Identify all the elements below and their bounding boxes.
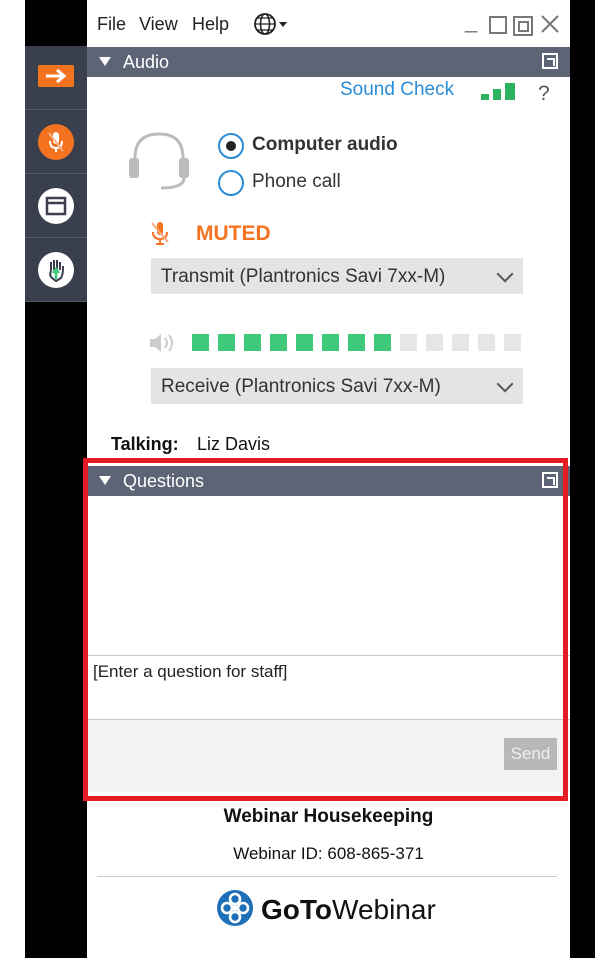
signal-bars-icon [481, 82, 523, 107]
toolbar-mic-button[interactable] [25, 110, 87, 174]
toolbar-screen-button[interactable] [25, 174, 87, 238]
chevron-down-icon [496, 265, 514, 283]
computer-audio-label: Computer audio [252, 134, 398, 155]
toolbar-collapse-button[interactable] [25, 46, 87, 110]
globe-icon[interactable] [253, 12, 289, 41]
volume-meter-segment [244, 334, 261, 351]
maximize-button[interactable] [489, 16, 507, 34]
chevron-down-icon [496, 375, 514, 393]
menu-bar: File View Help _ [87, 0, 570, 46]
gotowebinar-logo: GoTo Webinar [215, 888, 436, 933]
menu-help[interactable]: Help [192, 14, 229, 35]
volume-meter-segment [374, 334, 391, 351]
minimize-button[interactable]: _ [465, 8, 477, 34]
radio-phone-call[interactable] [218, 170, 244, 196]
sound-check-link[interactable]: Sound Check [340, 79, 454, 101]
volume-meter-segment [504, 334, 521, 351]
toolbar-handraise-button[interactable] [25, 238, 87, 302]
speaker-icon[interactable] [148, 332, 180, 359]
audio-section-header[interactable]: Audio [87, 47, 570, 77]
talking-label: Talking: [111, 434, 179, 454]
webinar-id: Webinar ID: 608-865-371 [233, 844, 424, 863]
popout-button[interactable] [513, 16, 533, 41]
brand-light: Webinar [332, 894, 436, 925]
audio-popout-icon[interactable] [542, 53, 558, 69]
hand-raise-icon [38, 251, 74, 288]
menu-file[interactable]: File [97, 14, 126, 35]
volume-meter-segment [322, 334, 339, 351]
footer-title: Webinar Housekeeping [223, 806, 434, 827]
volume-meter-segment [426, 334, 443, 351]
volume-meter-segment [400, 334, 417, 351]
talking-name: Liz Davis [197, 434, 271, 454]
phone-call-label: Phone call [252, 171, 341, 192]
side-toolbar [25, 46, 87, 302]
window-icon [38, 187, 74, 224]
volume-meter-segment [270, 334, 287, 351]
close-icon[interactable] [540, 14, 560, 39]
questions-highlight-box [83, 458, 568, 801]
transmit-device-value: Transmit (Plantronics Savi 7xx-M) [161, 266, 446, 287]
menu-view[interactable]: View [139, 14, 178, 35]
volume-meter-segment [296, 334, 313, 351]
audio-header-label: Audio [123, 52, 170, 72]
radio-computer-audio[interactable] [218, 133, 244, 159]
volume-meter-segment [348, 334, 365, 351]
outer-margin [0, 0, 25, 958]
volume-meter-segment [218, 334, 235, 351]
muted-status: MUTED [196, 222, 271, 245]
microphone-muted-icon[interactable] [150, 220, 170, 251]
arrow-right-icon [38, 65, 74, 87]
headset-icon [127, 128, 191, 199]
gotowebinar-logo-icon [215, 888, 255, 933]
footer-divider [97, 876, 557, 877]
receive-device-value: Receive (Plantronics Savi 7xx-M) [161, 376, 441, 397]
microphone-muted-icon [38, 123, 74, 160]
transmit-device-select[interactable]: Transmit (Plantronics Savi 7xx-M) [151, 258, 523, 294]
window-frame-right [570, 0, 595, 958]
receive-device-select[interactable]: Receive (Plantronics Savi 7xx-M) [151, 368, 523, 404]
help-icon[interactable]: ? [538, 82, 550, 106]
volume-meter-segment [192, 334, 209, 351]
volume-meter-segment [452, 334, 469, 351]
brand-bold: GoTo [261, 894, 333, 925]
collapse-triangle-icon[interactable] [99, 57, 111, 66]
volume-meter-segment [478, 334, 495, 351]
